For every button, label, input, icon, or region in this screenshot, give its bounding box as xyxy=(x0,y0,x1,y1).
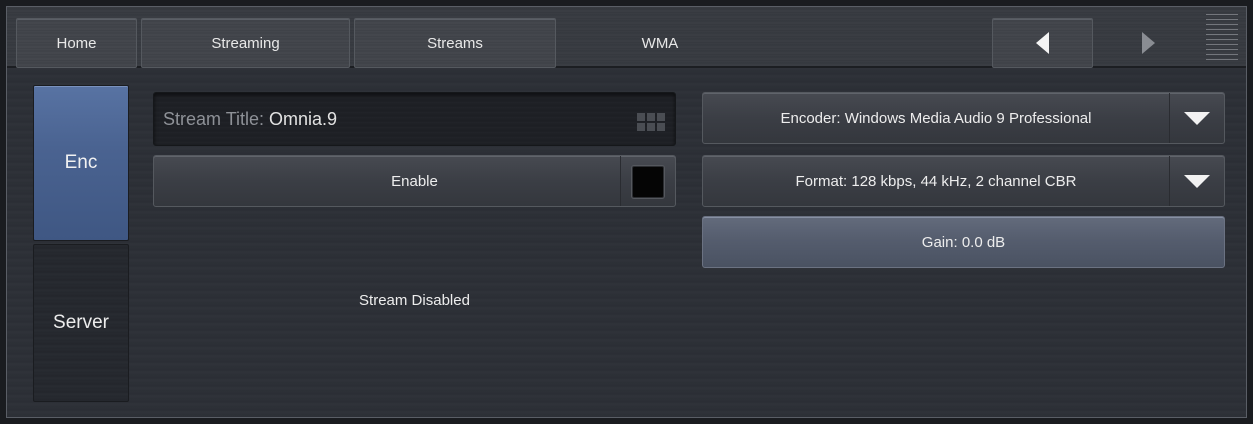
nav-streams-button[interactable]: Streams xyxy=(354,18,556,68)
keypad-icon xyxy=(637,113,665,131)
nav-home-button[interactable]: Home xyxy=(16,18,137,68)
nav-streaming-label: Streaming xyxy=(211,34,280,52)
nav-wma-label: WMA xyxy=(641,34,679,52)
forward-button[interactable] xyxy=(1097,18,1198,68)
down-triangle-icon xyxy=(1184,112,1210,125)
nav-wma-current: WMA xyxy=(560,18,760,68)
encoder-dropdown[interactable]: Encoder: Windows Media Audio 9 Professio… xyxy=(702,92,1225,144)
format-dropdown[interactable]: Format: 128 kbps, 44 kHz, 2 channel CBR xyxy=(702,155,1225,207)
enable-button[interactable]: Enable xyxy=(153,155,676,207)
encoder-value: Encoder: Windows Media Audio 9 Professio… xyxy=(780,109,1092,127)
stream-title-value: Omnia.9 xyxy=(269,108,338,129)
side-tab-server-label: Server xyxy=(53,312,109,333)
enable-label: Enable xyxy=(391,172,438,190)
side-tab-server[interactable]: Server xyxy=(33,244,129,402)
gain-label: Gain: 0.0 dB xyxy=(921,233,1006,251)
top-navigation-bar: Home Streaming Streams WMA xyxy=(7,7,1246,68)
left-triangle-icon xyxy=(1035,32,1049,54)
side-tab-enc[interactable]: Enc xyxy=(33,85,129,241)
right-triangle-icon xyxy=(1141,32,1155,54)
stream-title-label: Stream Title: xyxy=(163,108,265,129)
encoder-divider xyxy=(1169,93,1170,143)
enable-divider xyxy=(620,156,621,206)
gain-button[interactable]: Gain: 0.0 dB xyxy=(702,216,1225,268)
nav-streaming-button[interactable]: Streaming xyxy=(141,18,350,68)
side-tab-enc-label: Enc xyxy=(64,152,98,173)
stream-title-field[interactable]: Stream Title: Omnia.9 xyxy=(153,92,676,146)
down-triangle-icon xyxy=(1184,175,1210,188)
stream-status-text: Stream Disabled xyxy=(359,292,470,309)
format-value: Format: 128 kbps, 44 kHz, 2 channel CBR xyxy=(795,172,1077,190)
enable-checkbox[interactable] xyxy=(632,166,664,198)
nav-home-label: Home xyxy=(56,34,97,52)
back-button[interactable] xyxy=(992,18,1093,68)
nav-streams-label: Streams xyxy=(427,34,483,52)
format-divider xyxy=(1169,156,1170,206)
hamburger-lines-icon[interactable] xyxy=(1206,14,1238,60)
